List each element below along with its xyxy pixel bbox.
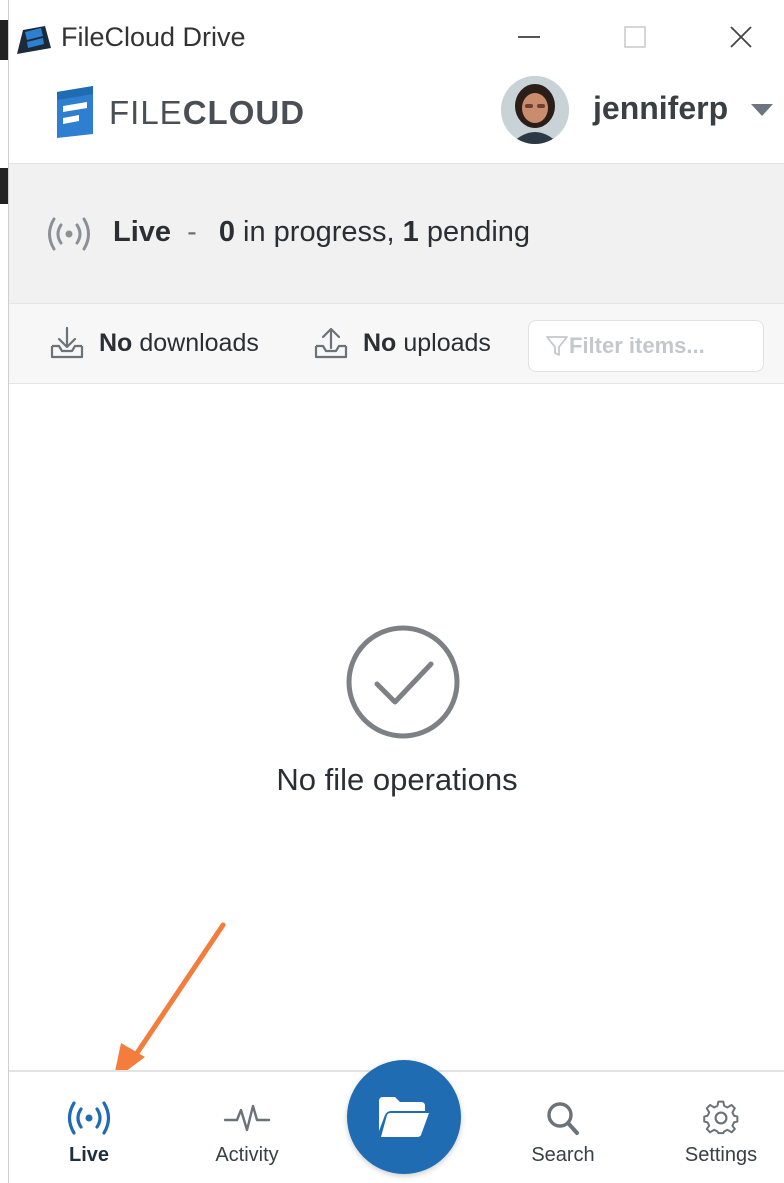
avatar-image (501, 76, 569, 144)
bottom-navigation: Live Activity Search Settings (9, 1060, 784, 1183)
chevron-down-icon[interactable] (751, 104, 773, 118)
broadcast-icon (48, 217, 90, 251)
user-avatar[interactable] (501, 76, 569, 144)
live-status-text: Live - 0 in progress, 1 pending (113, 216, 530, 249)
close-button[interactable] (711, 14, 771, 60)
live-separator: - (187, 216, 197, 248)
minimize-icon (518, 36, 540, 38)
app-header: FILECLOUD jenniferp (9, 72, 784, 164)
filter-input[interactable] (569, 333, 759, 359)
maximize-button[interactable] (605, 14, 665, 60)
nav-activity-label: Activity (215, 1144, 279, 1166)
nav-activity[interactable]: Activity (187, 1100, 307, 1167)
pending-label: pending (426, 216, 531, 248)
downloads-summary[interactable]: No downloads (49, 326, 259, 360)
window-title: FileCloud Drive (61, 22, 246, 52)
annotation-arrow-icon (113, 922, 226, 1081)
broadcast-icon (67, 1101, 111, 1135)
app-window: FileCloud Drive FILECLOUD jenniferp Live… (8, 0, 784, 1183)
filter-funnel-icon (546, 336, 568, 356)
close-icon (730, 26, 752, 48)
search-icon (547, 1102, 579, 1135)
minimize-button[interactable] (499, 14, 559, 60)
nav-live-label: Live (68, 1144, 110, 1166)
open-folder-button[interactable] (347, 1060, 461, 1174)
background-edge (0, 0, 8, 1183)
username[interactable]: jenniferp (593, 90, 728, 127)
title-bar: FileCloud Drive (9, 0, 784, 72)
live-status-bar: Live - 0 in progress, 1 pending (9, 164, 784, 304)
background-window-edge (0, 168, 8, 204)
uploads-label: uploads (403, 328, 491, 357)
pending-count: 1 (402, 216, 419, 248)
upload-tray-icon (314, 327, 348, 359)
logo-text-bold: CLOUD (182, 94, 306, 131)
maximize-icon (624, 26, 646, 48)
nav-live[interactable]: Live (29, 1100, 149, 1167)
transfer-bar: No downloads No uploads (9, 304, 784, 384)
filecloud-logo-icon (57, 86, 93, 138)
live-label: Live (113, 216, 172, 248)
nav-settings-label: Settings (684, 1144, 758, 1166)
check-circle-icon (346, 625, 460, 739)
filter-box[interactable] (528, 320, 764, 372)
in-progress-label: in progress, (243, 216, 395, 248)
nav-search-label: Search (531, 1144, 595, 1166)
uploads-count: No (363, 328, 397, 357)
pulse-icon (223, 1104, 271, 1132)
downloads-count: No (99, 328, 133, 357)
logo-text-light: FILE (109, 94, 183, 131)
download-tray-icon (50, 326, 84, 359)
in-progress-count: 0 (218, 216, 235, 248)
filecloud-wordmark: FILECLOUD (109, 94, 305, 132)
gear-icon (703, 1100, 739, 1135)
nav-settings[interactable]: Settings (661, 1100, 781, 1167)
folder-open-icon (379, 1097, 429, 1137)
filecloud-app-icon (17, 26, 51, 54)
background-window-edge (0, 20, 8, 60)
uploads-summary[interactable]: No uploads (313, 326, 491, 360)
downloads-label: downloads (139, 328, 259, 357)
empty-state-message: No file operations (276, 762, 518, 797)
nav-search[interactable]: Search (503, 1100, 623, 1167)
